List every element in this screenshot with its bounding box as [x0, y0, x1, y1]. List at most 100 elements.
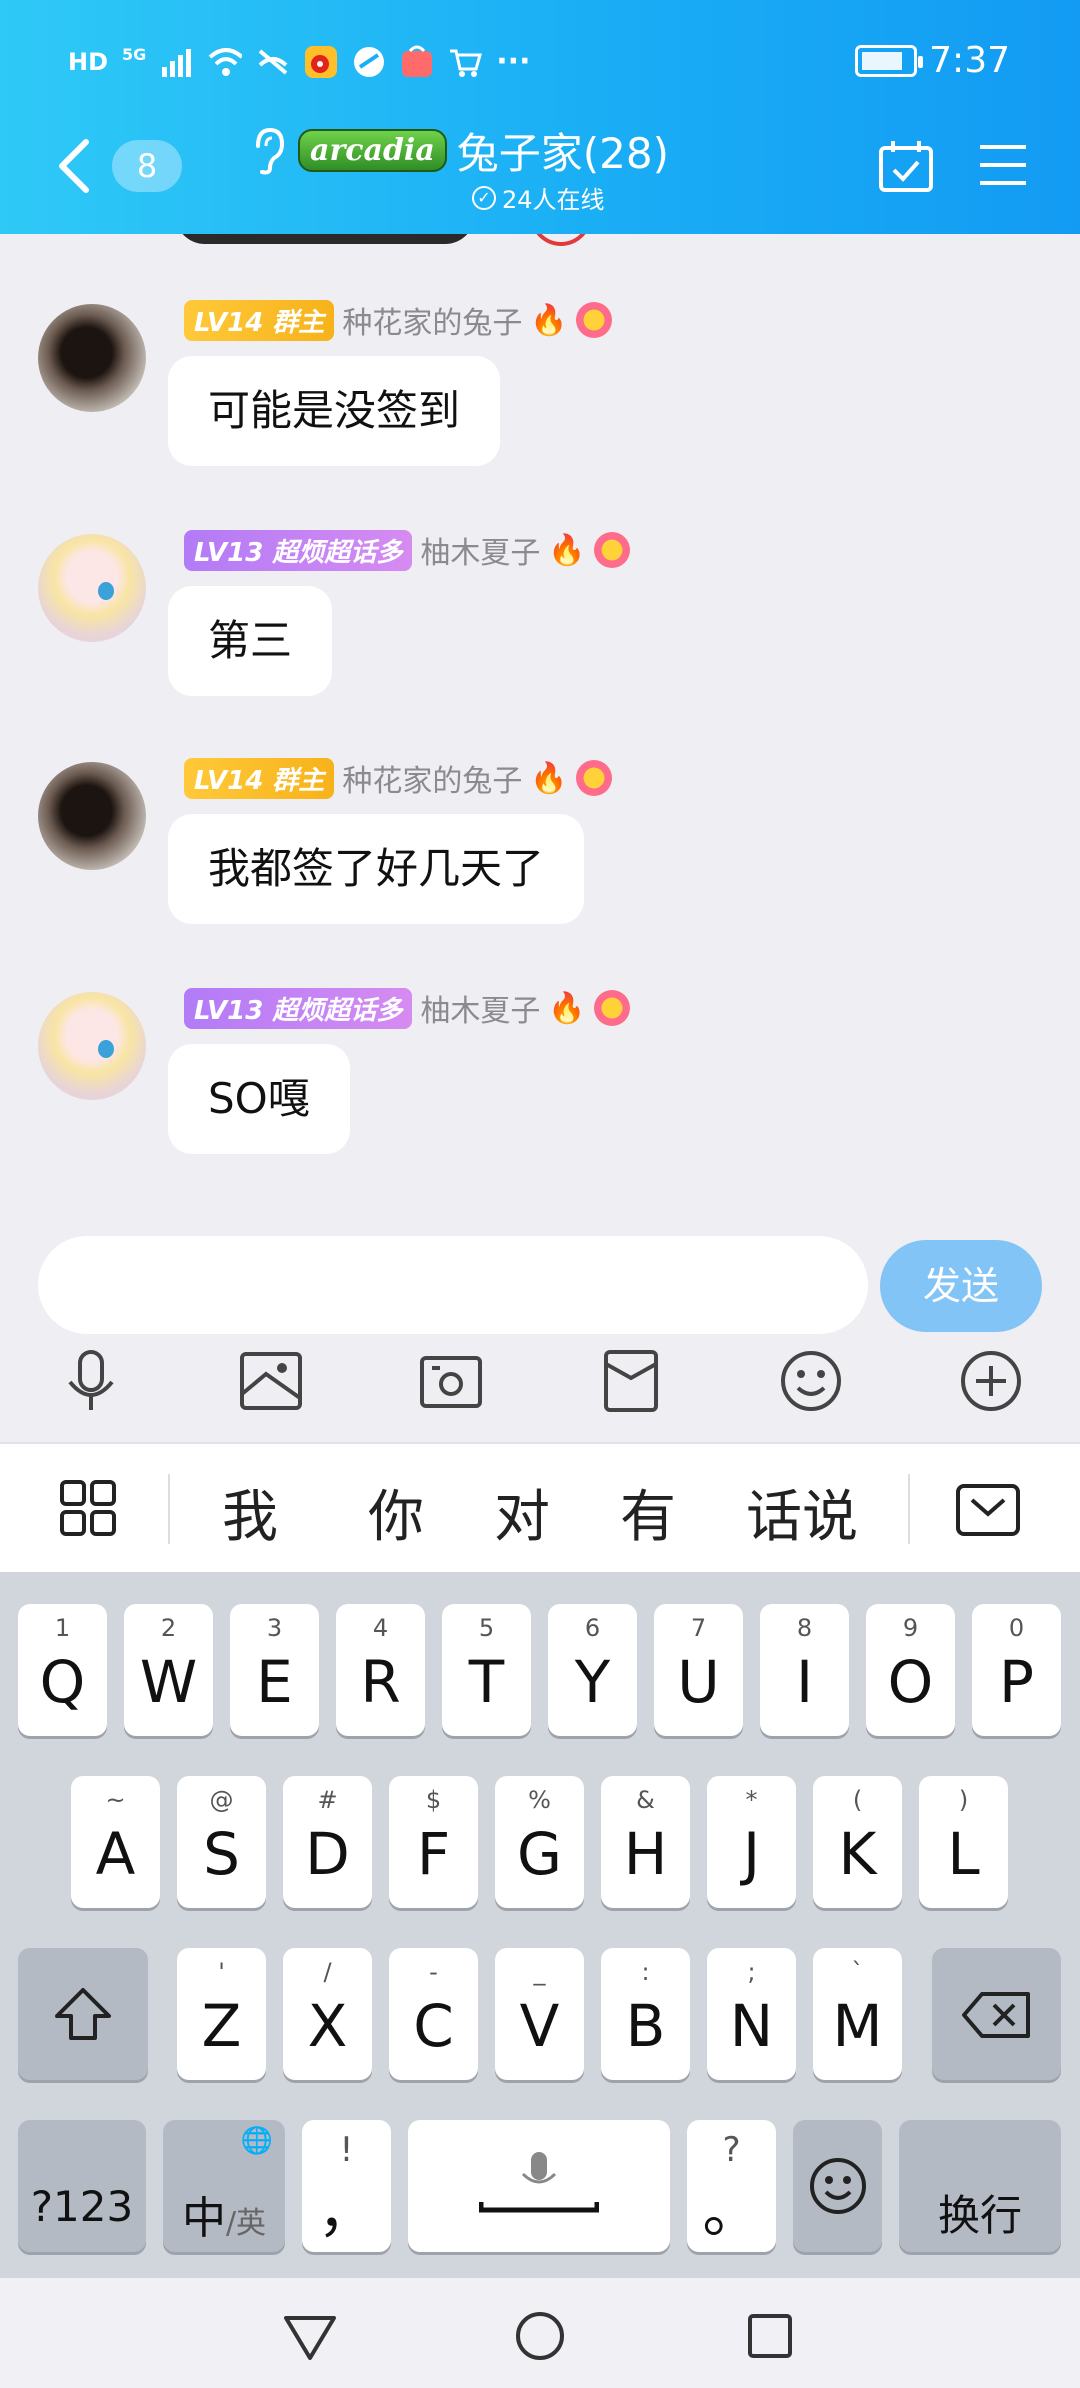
candidate-bar: 我 你 对 有 话说	[0, 1442, 1080, 1572]
key-l[interactable]: ) L	[919, 1776, 1008, 1908]
key-d[interactable]: # D	[283, 1776, 372, 1908]
level-badge: LV14 群主	[184, 757, 335, 799]
enter-key[interactable]: 换行	[899, 2120, 1061, 2252]
calendar-check-icon[interactable]	[878, 138, 934, 194]
status-icons: HD 5G ···	[68, 44, 530, 79]
shift-key[interactable]	[18, 1948, 148, 2080]
candidate-word[interactable]: 你	[368, 1472, 424, 1553]
message-input[interactable]	[38, 1236, 868, 1334]
key-j[interactable]: * J	[707, 1776, 796, 1908]
globe-icon: 🌐	[240, 2126, 273, 2156]
message-bubble[interactable]: 我都签了好几天了	[168, 814, 585, 924]
camera-icon[interactable]	[416, 1346, 486, 1416]
comma-key[interactable]: !，	[302, 2120, 391, 2252]
divider	[168, 1474, 170, 1544]
key-p[interactable]: 0P	[972, 1604, 1061, 1736]
sender-meta: LV14 群主 种花家的兔子 🔥	[184, 756, 612, 800]
key-b[interactable]: :B	[601, 1948, 690, 2080]
clock: 7:37	[929, 40, 1010, 81]
avatar[interactable]	[38, 762, 146, 870]
key-y[interactable]: 6Y	[548, 1604, 637, 1736]
group-badge: arcadia	[298, 129, 447, 172]
sender-name[interactable]: 柚木夏子	[420, 986, 540, 1030]
key-a[interactable]: ~ A	[71, 1776, 160, 1908]
browser-icon	[352, 45, 386, 79]
5g-label: 5G	[122, 45, 147, 64]
avatar[interactable]	[38, 304, 146, 412]
status-right: 7:37	[855, 40, 1010, 81]
candidate-word[interactable]: 我	[222, 1472, 278, 1553]
period-key[interactable]: ?。	[687, 2120, 776, 2252]
app-header: HD 5G ··· 7:37 8 arcadia 兔子家(28) ✓ 24人在线	[0, 0, 1080, 234]
microphone-icon[interactable]	[56, 1346, 126, 1416]
group-title: 兔子家(28)	[456, 129, 669, 178]
sender-meta: LV13 超烦超话多 柚木夏子 🔥	[184, 528, 630, 572]
message-bubble[interactable]: 可能是没签到	[168, 356, 501, 466]
nav-back-icon[interactable]	[282, 2308, 338, 2364]
back-arrow-icon[interactable]	[54, 136, 94, 196]
send-button[interactable]: 发送	[880, 1240, 1042, 1332]
backspace-key[interactable]	[932, 1948, 1061, 2080]
key-q[interactable]: 1Q	[18, 1604, 107, 1736]
space-key[interactable]	[408, 2120, 670, 2252]
candidate-word[interactable]: 话说	[746, 1472, 858, 1553]
sender-name[interactable]: 柚木夏子	[420, 528, 540, 572]
key-s[interactable]: @ S	[177, 1776, 266, 1908]
message-bubble[interactable]: 第三	[168, 586, 333, 696]
candidate-word[interactable]: 对	[494, 1472, 550, 1553]
key-i[interactable]: 8I	[760, 1604, 849, 1736]
key-k[interactable]: (K	[813, 1776, 902, 1908]
key-f[interactable]: $ F	[389, 1776, 478, 1908]
key-t[interactable]: 5T	[442, 1604, 531, 1736]
level-badge: LV13 超烦超话多	[184, 529, 413, 571]
emoji-icon[interactable]	[776, 1346, 846, 1416]
plus-icon[interactable]	[956, 1346, 1026, 1416]
avatar[interactable]	[38, 992, 146, 1100]
key-e[interactable]: 3E	[230, 1604, 319, 1736]
hide-keyboard-icon[interactable]	[956, 1484, 1020, 1536]
file-icon[interactable]	[596, 1346, 666, 1416]
ear-icon[interactable]	[248, 126, 288, 176]
key-r[interactable]: 4R	[336, 1604, 425, 1736]
key-c[interactable]: -C	[389, 1948, 478, 2080]
backspace-icon	[962, 1992, 1030, 2038]
message-bubble[interactable]: SO嘎	[168, 1044, 350, 1154]
key-g[interactable]: % G	[495, 1776, 584, 1908]
divider	[908, 1474, 910, 1544]
key-u[interactable]: 7U	[654, 1604, 743, 1736]
shift-icon	[55, 1988, 111, 2040]
fire-icon: 🔥	[548, 532, 586, 568]
emoji-key[interactable]	[793, 2120, 882, 2252]
menu-icon[interactable]	[978, 142, 1028, 188]
hd-label: HD	[68, 47, 109, 76]
sender-name[interactable]: 种花家的兔子	[342, 298, 522, 342]
key-h[interactable]: & H	[601, 1776, 690, 1908]
status-bar: HD 5G ··· 7:37	[0, 0, 1080, 130]
sender-name[interactable]: 种花家的兔子	[342, 756, 522, 800]
previous-sticker-edge	[530, 234, 592, 246]
online-count: ✓ 24人在线	[472, 180, 605, 215]
candidate-word[interactable]: 有	[620, 1472, 676, 1553]
fire-icon: 🔥	[548, 990, 586, 1026]
group-title-area[interactable]: arcadia 兔子家(28)	[248, 120, 669, 181]
avatar[interactable]	[38, 534, 146, 642]
chat-list[interactable]: LV14 群主 种花家的兔子 🔥 可能是没签到 LV13 超烦超话多 柚木夏子 …	[0, 234, 1080, 1214]
key-v[interactable]: _ V	[495, 1948, 584, 2080]
nav-home-icon[interactable]	[512, 2308, 568, 2364]
key-o[interactable]: 9O	[866, 1604, 955, 1736]
image-icon[interactable]	[236, 1346, 306, 1416]
composer-toolbar	[0, 1346, 1080, 1434]
language-switch-key[interactable]: 🌐 中/英	[163, 2120, 285, 2252]
chevron-down-icon: ✓	[472, 185, 496, 210]
nav-recents-icon[interactable]	[742, 2308, 798, 2364]
key-x[interactable]: / X	[283, 1948, 372, 2080]
key-n[interactable]: ; N	[707, 1948, 796, 2080]
unread-count-badge[interactable]: 8	[112, 140, 182, 192]
symbols-key[interactable]: ?123	[18, 2120, 146, 2252]
key-w[interactable]: 2W	[124, 1604, 213, 1736]
cart-icon	[448, 45, 483, 79]
keyboard-menu-icon[interactable]	[60, 1480, 116, 1536]
key-m[interactable]: ` M	[813, 1948, 902, 2080]
more-status-label: ···	[496, 44, 531, 79]
key-z[interactable]: ' Z	[177, 1948, 266, 2080]
